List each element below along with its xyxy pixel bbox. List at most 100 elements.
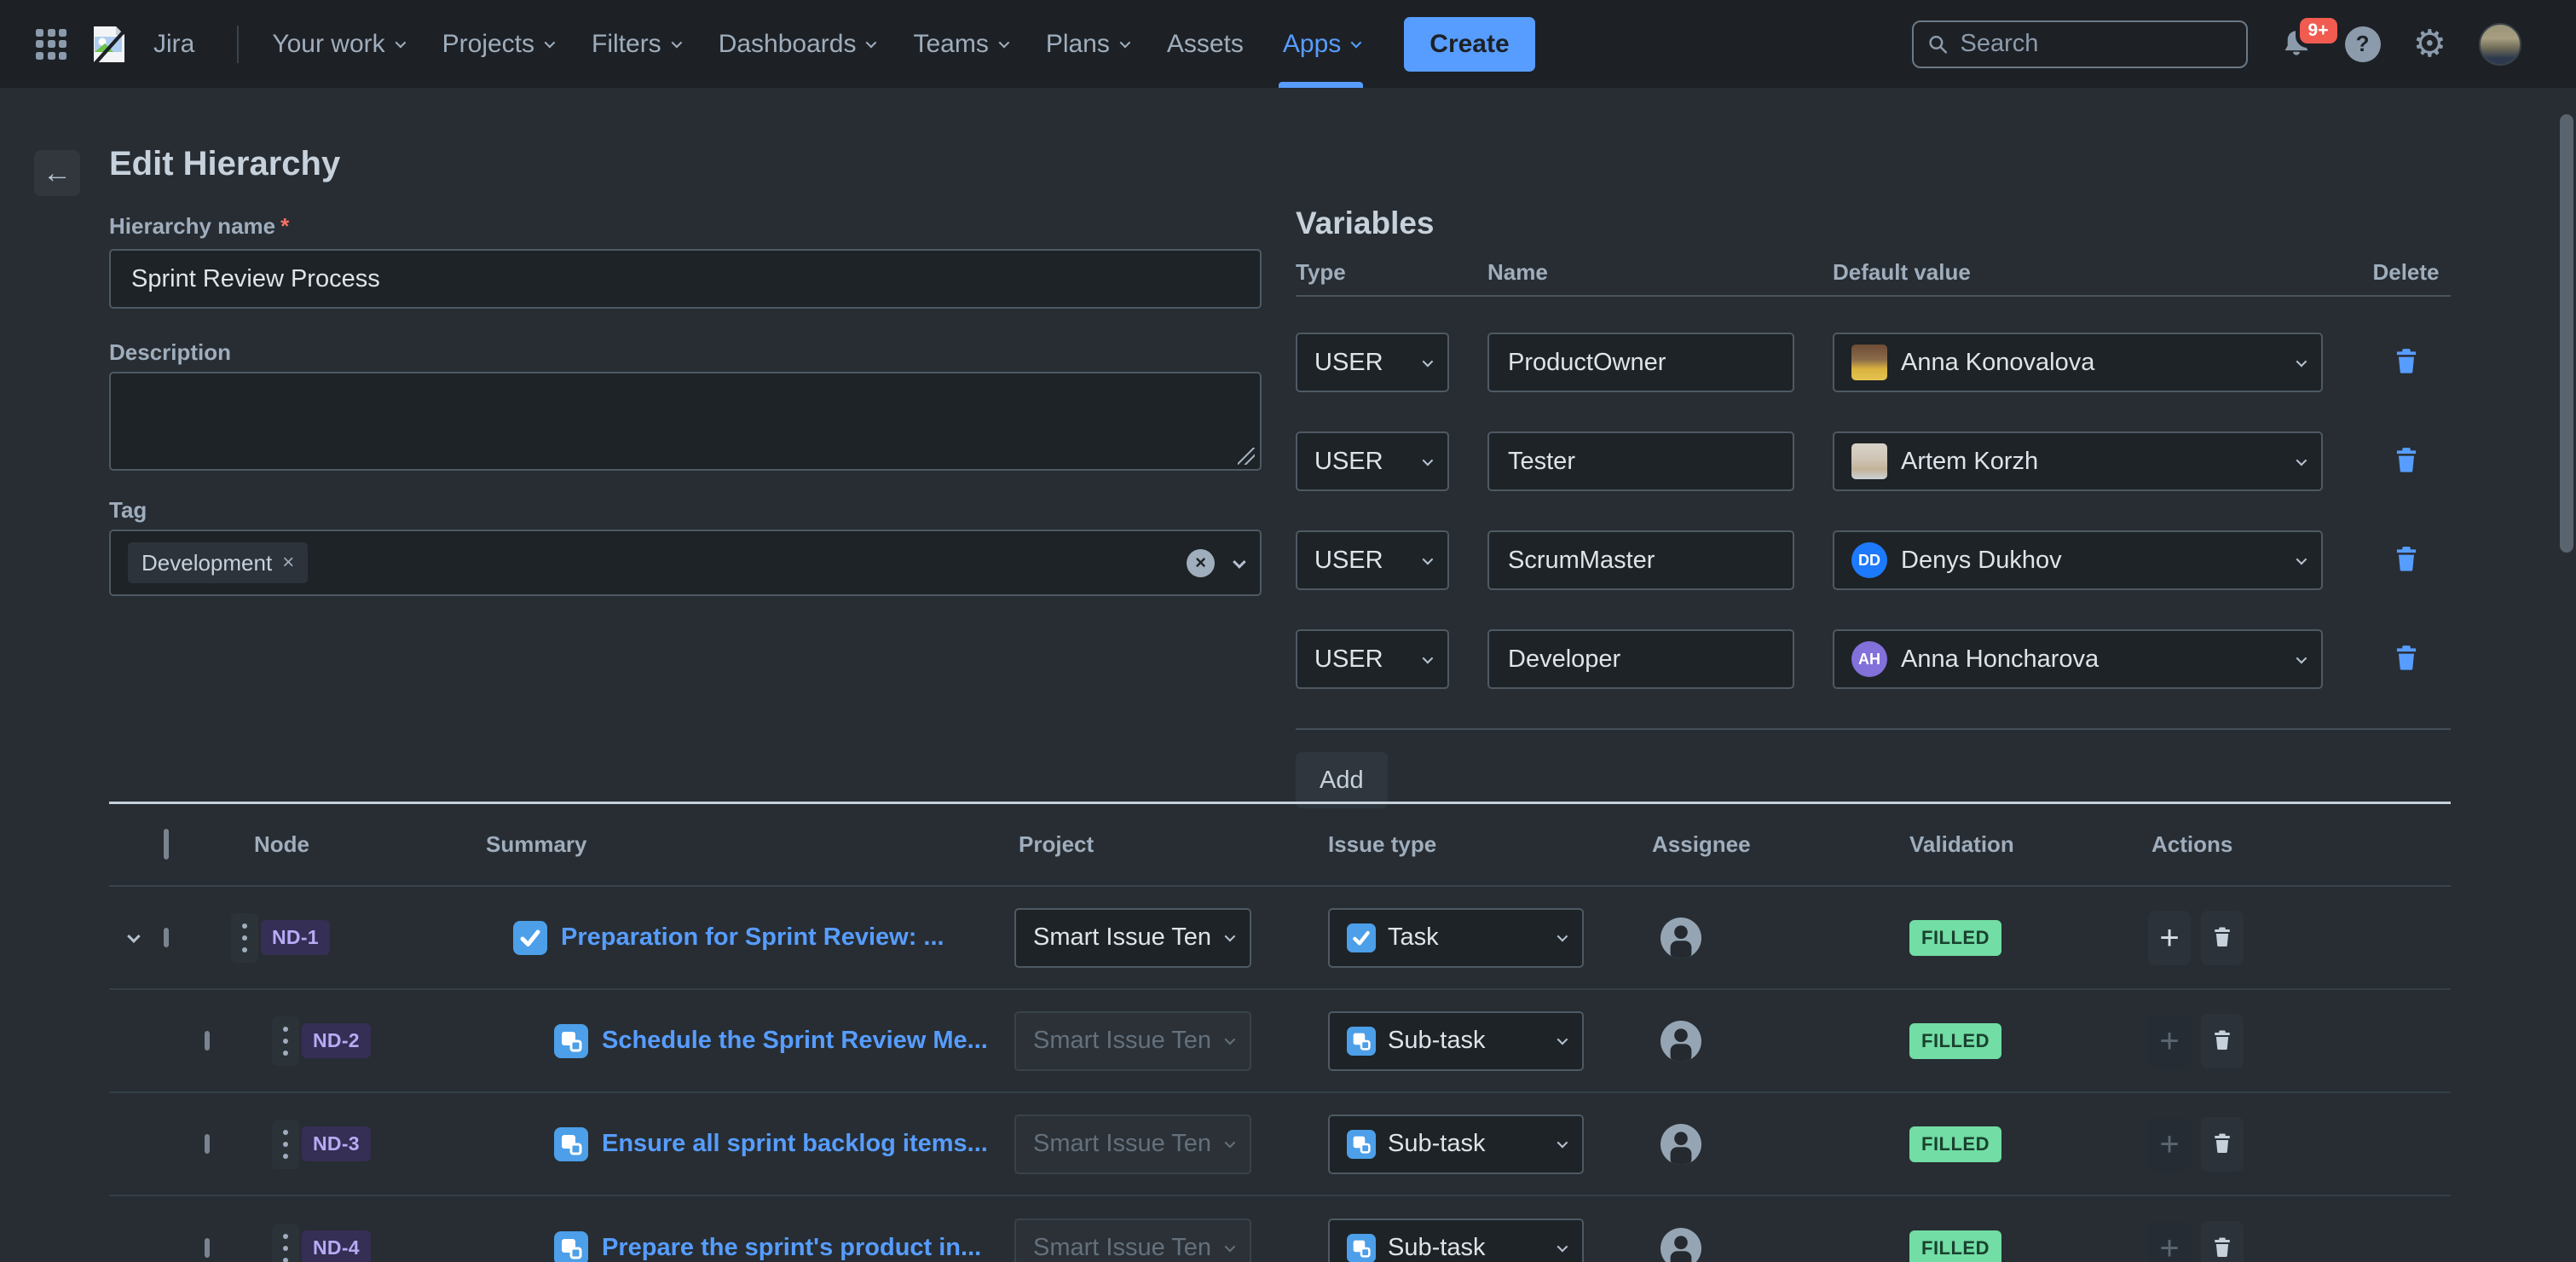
validation-badge: FILLED — [1909, 1023, 2001, 1059]
app-switcher-icon[interactable] — [36, 29, 66, 60]
project-select-disabled: Smart Issue Ten — [1014, 1219, 1251, 1262]
tag-chip: Development × — [128, 542, 308, 583]
default-value-select[interactable]: Anna Konovalova — [1833, 333, 2323, 392]
col-validation: Validation — [1899, 831, 2148, 858]
drag-handle[interactable] — [272, 1016, 299, 1066]
back-button[interactable]: ← — [34, 150, 80, 196]
chevron-down-icon — [1225, 1242, 1236, 1253]
row-checkbox[interactable] — [205, 1238, 210, 1258]
arrow-left-icon: ← — [43, 157, 72, 190]
issue-type-select[interactable]: Sub-task — [1328, 1219, 1584, 1262]
assignee-button[interactable] — [1643, 918, 1899, 958]
nav-item-your-work[interactable]: Your work — [252, 0, 422, 88]
issue-type-select[interactable]: Task — [1328, 908, 1584, 968]
default-value-select[interactable]: Artem Korzh — [1833, 431, 2323, 491]
create-button[interactable]: Create — [1404, 17, 1534, 72]
table-row: ND-4 Prepare the sprint's product in... … — [109, 1196, 2451, 1262]
chevron-down-icon — [1225, 931, 1236, 942]
chevron-down-icon — [1423, 454, 1434, 466]
search-field[interactable] — [1912, 20, 2248, 68]
validation-badge: FILLED — [1909, 920, 2001, 956]
drag-handle[interactable] — [272, 1224, 299, 1262]
variable-name-input[interactable] — [1487, 530, 1794, 590]
issue-summary-link[interactable]: Schedule the Sprint Review Me... — [602, 1027, 988, 1055]
default-value-select[interactable]: DDDenys Dukhov — [1833, 530, 2323, 590]
variable-type-select[interactable]: USER — [1296, 530, 1449, 590]
delete-variable-button[interactable] — [2390, 643, 2423, 675]
chevron-down-icon[interactable] — [1233, 555, 1246, 569]
nav-item-projects[interactable]: Projects — [423, 0, 572, 88]
variable-row: USER Artem Korzh — [1296, 431, 2451, 491]
avatar: AH — [1851, 641, 1887, 677]
chevron-down-icon — [395, 38, 406, 49]
user-avatar[interactable] — [2479, 23, 2521, 66]
person-avatar-icon — [1661, 1021, 1701, 1062]
row-checkbox[interactable] — [164, 928, 169, 947]
hierarchy-name-input[interactable] — [109, 249, 1262, 309]
assignee-button[interactable] — [1643, 1021, 1899, 1062]
delete-node-button[interactable] — [2201, 1221, 2244, 1262]
chevron-down-icon — [1557, 1242, 1568, 1253]
nav-item-plans[interactable]: Plans — [1026, 0, 1147, 88]
chevron-down-icon — [2296, 652, 2307, 663]
variable-name-input[interactable] — [1487, 629, 1794, 689]
assignee-button[interactable] — [1643, 1228, 1899, 1262]
settings-button[interactable]: ⚙ — [2413, 26, 2446, 63]
nav-item-filters[interactable]: Filters — [572, 0, 699, 88]
default-value-select[interactable]: AHAnna Honcharova — [1833, 629, 2323, 689]
variable-name-input[interactable] — [1487, 431, 1794, 491]
drag-handle[interactable] — [231, 913, 258, 963]
project-select[interactable]: Smart Issue Ten — [1014, 908, 1251, 968]
variable-type-select[interactable]: USER — [1296, 431, 1449, 491]
chevron-down-icon — [866, 38, 877, 49]
add-variable-button[interactable]: Add — [1296, 752, 1388, 808]
variable-type-select[interactable]: USER — [1296, 333, 1449, 392]
description-textarea[interactable] — [109, 372, 1262, 471]
issue-type-select[interactable]: Sub-task — [1328, 1011, 1584, 1071]
row-checkbox[interactable] — [205, 1031, 210, 1051]
delete-node-button[interactable] — [2201, 1117, 2244, 1172]
issue-summary-link[interactable]: Ensure all sprint backlog items... — [602, 1130, 988, 1158]
row-checkbox[interactable] — [205, 1134, 210, 1154]
remove-tag-icon[interactable]: × — [282, 551, 294, 575]
issue-summary-link[interactable]: Preparation for Sprint Review: ... — [561, 923, 944, 952]
nav-item-dashboards[interactable]: Dashboards — [699, 0, 894, 88]
drag-handle[interactable] — [272, 1120, 299, 1169]
nav-item-apps[interactable]: Apps — [1263, 0, 1378, 88]
jira-logo[interactable] — [90, 25, 126, 64]
delete-variable-button[interactable] — [2390, 445, 2423, 478]
variable-type-select[interactable]: USER — [1296, 629, 1449, 689]
chevron-down-icon — [1557, 1138, 1568, 1149]
trash-icon — [2390, 643, 2423, 675]
search-input[interactable] — [1961, 30, 2232, 58]
delete-node-button[interactable] — [2201, 911, 2244, 965]
assignee-button[interactable] — [1643, 1124, 1899, 1165]
page-scrollbar[interactable] — [2560, 114, 2573, 553]
hierarchy-name-label: Hierarchy name* — [109, 213, 1262, 239]
collapse-row-icon[interactable] — [127, 929, 141, 943]
trash-icon — [2209, 1132, 2235, 1157]
variable-name-input[interactable] — [1487, 333, 1794, 392]
add-child-node-button-disabled: + — [2148, 1117, 2191, 1172]
delete-variable-button[interactable] — [2390, 346, 2423, 379]
issue-type-select[interactable]: Sub-task — [1328, 1114, 1584, 1174]
trash-icon — [2390, 445, 2423, 478]
clear-all-icon[interactable]: × — [1187, 549, 1215, 577]
add-child-node-button-disabled: + — [2148, 1014, 2191, 1068]
col-name: Name — [1487, 259, 1794, 286]
chevron-down-icon — [998, 38, 1009, 49]
select-all-checkbox[interactable] — [164, 829, 169, 860]
issue-summary-link[interactable]: Prepare the sprint's product in... — [602, 1234, 981, 1262]
product-name: Jira — [153, 30, 194, 59]
tag-select[interactable]: Development × × — [109, 530, 1262, 596]
delete-variable-button[interactable] — [2390, 544, 2423, 576]
subtask-icon — [1347, 1234, 1376, 1262]
help-button[interactable]: ? — [2345, 26, 2381, 62]
variables-title: Variables — [1296, 205, 2451, 242]
nav-item-teams[interactable]: Teams — [893, 0, 1025, 88]
nav-item-assets[interactable]: Assets — [1147, 0, 1263, 88]
chevron-down-icon — [1119, 38, 1130, 49]
delete-node-button[interactable] — [2201, 1014, 2244, 1068]
notifications-button[interactable]: 9+ — [2280, 27, 2313, 61]
add-child-node-button[interactable]: + — [2148, 911, 2191, 965]
